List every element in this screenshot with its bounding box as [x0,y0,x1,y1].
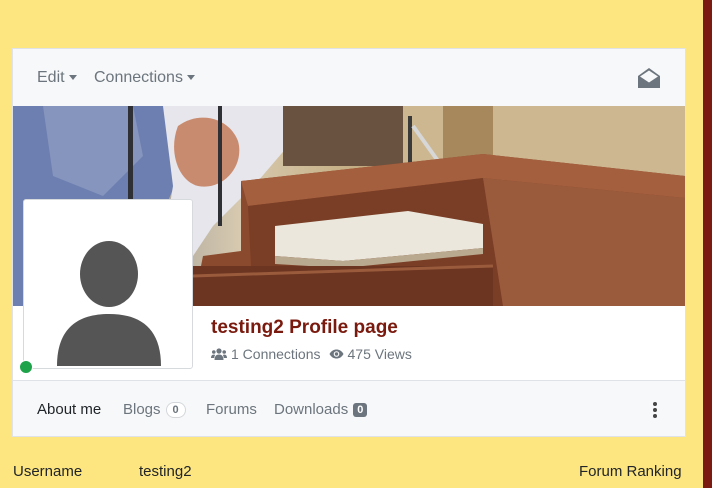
forum-ranking-label: Forum Ranking [579,463,682,480]
user-silhouette-icon [57,241,161,366]
profile-tabs: About me Blogs 0 Forums Downloads 0 [13,380,685,436]
chevron-down-icon [68,74,77,80]
tab-downloads[interactable]: Downloads 0 [274,401,368,418]
tab-label: Downloads [274,401,349,418]
profile-stats: 1 Connections 475 Views [211,346,420,362]
tab-forums[interactable]: Forums [206,401,257,418]
edit-dropdown[interactable]: Edit [37,69,77,87]
tab-blogs[interactable]: Blogs 0 [123,401,186,418]
views-stat: 475 Views [329,346,412,362]
connections-count: 1 Connections [231,346,321,362]
downloads-count-badge: 0 [353,402,368,417]
eye-icon [329,349,344,359]
chevron-down-icon [186,74,195,80]
page-right-border [703,0,712,488]
users-icon [211,348,227,360]
profile-card: Edit Connections testing2 Profile page 1… [12,48,686,437]
tab-label: Blogs [123,401,161,418]
username-label: Username [13,463,83,480]
profile-title: testing2 Profile page [211,317,398,338]
views-count: 475 Views [347,346,412,362]
online-status-dot [19,360,33,374]
connections-dropdown-label: Connections [94,69,183,86]
tab-label: About me [37,401,102,418]
username-value: testing2 [139,463,192,480]
tab-about-me[interactable]: About me [37,401,101,418]
connections-stat[interactable]: 1 Connections [211,346,321,362]
profile-toolbar: Edit Connections [13,49,685,106]
edit-dropdown-label: Edit [37,69,65,86]
envelope-open-icon[interactable] [637,67,663,91]
more-options-icon[interactable] [648,401,662,419]
connections-dropdown[interactable]: Connections [94,69,195,87]
profile-avatar[interactable] [23,199,193,369]
tab-label: Forums [206,401,257,418]
blogs-count-badge: 0 [165,401,186,418]
